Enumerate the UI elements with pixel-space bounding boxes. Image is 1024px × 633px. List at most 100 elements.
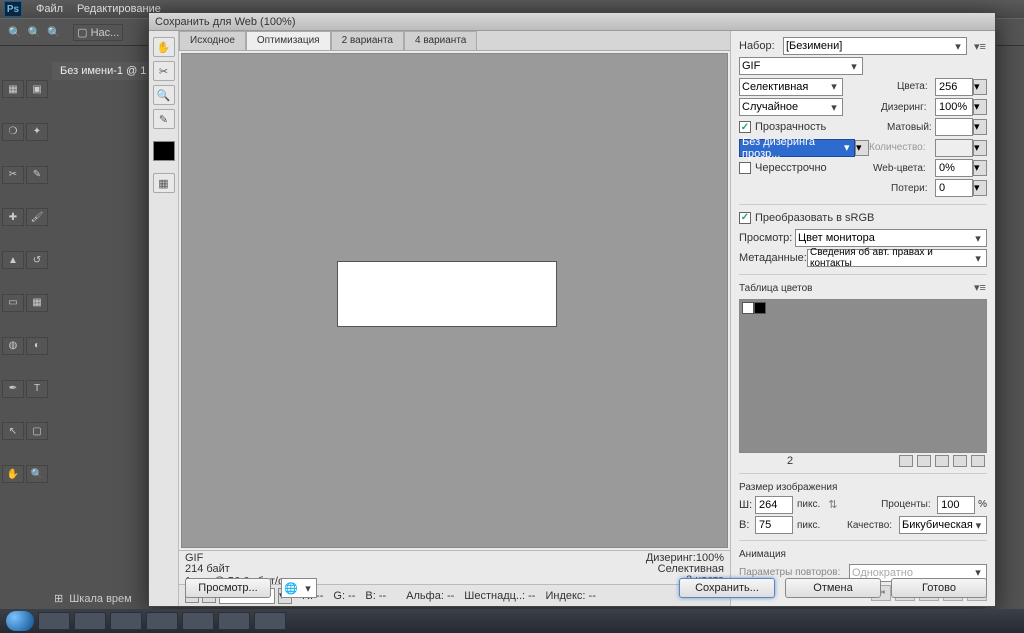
link-wh-icon[interactable]: ⇅ [828,498,837,511]
tool-crop[interactable]: ✂ [2,166,24,184]
preset-label: Набор: [739,40,783,52]
preview-select[interactable]: Цвет монитора▾ [795,229,987,247]
tool-wand[interactable]: ✦ [26,123,48,141]
dither-dropdown-icon[interactable]: ▾ [973,99,987,115]
cancel-button[interactable]: Отмена [785,578,881,598]
zoom-tool-icon[interactable]: 🔍 [153,85,175,105]
dialog-tools: ✋ ✂ 🔍 ✎ ▦ [149,31,179,606]
taskbar-item-5[interactable] [182,612,214,630]
tool-hand[interactable]: ✋ [2,465,24,483]
height-input[interactable]: 75 [755,516,793,534]
tool-brush[interactable]: 🖌 [26,208,48,226]
srgb-checkbox[interactable] [739,212,751,224]
windows-taskbar[interactable] [0,609,1024,633]
tab-2up[interactable]: 2 варианта [331,31,404,50]
eyedropper-color-swatch[interactable] [153,141,175,161]
taskbar-item-7[interactable] [254,612,286,630]
transparency-label: Прозрачность [755,121,826,133]
color-table-menu-icon[interactable]: ▾≡ [973,281,987,295]
ct-btn-3[interactable] [935,455,949,467]
tool-heal[interactable]: ✚ [2,208,24,226]
tool-stamp[interactable]: ▲ [2,251,24,269]
preset-menu-icon[interactable]: ▾≡ [973,39,987,53]
quality-select[interactable]: Бикубическая▾ [899,516,987,534]
tool-marquee[interactable]: ▣ [26,80,48,98]
menu-file[interactable]: Файл [36,3,63,15]
slice-tool-icon[interactable]: ✂ [153,61,175,81]
taskbar-item-1[interactable] [38,612,70,630]
color-table[interactable] [739,299,987,453]
tool-eyedrop[interactable]: ✎ [26,166,48,184]
tab-original[interactable]: Исходное [179,31,246,50]
ct-btn-2[interactable] [917,455,931,467]
tool-eraser[interactable]: ▭ [2,294,24,312]
hand-tool-icon[interactable]: ✋ [153,37,175,57]
quality-value: Бикубическая [902,519,973,531]
ps-logo: Ps [4,1,22,17]
preview-label: Просмотр: [739,232,795,244]
percent-input[interactable]: 100 [937,496,975,514]
eyedropper-tool-icon[interactable]: ✎ [153,109,175,129]
colors-dropdown-icon[interactable]: ▾ [973,79,987,95]
preview-button[interactable]: Просмотр... [185,578,271,598]
tool-type[interactable]: T [26,380,48,398]
tool-zoom[interactable]: 🔍 [26,465,48,483]
metadata-select[interactable]: Сведения об авт. правах и контакты▾ [807,249,987,267]
dialog-titlebar[interactable]: Сохранить для Web (100%) [149,13,995,31]
websnap-input[interactable]: 0% [935,159,973,177]
taskbar-item-6[interactable] [218,612,250,630]
reduction-select[interactable]: Селективная▾ [739,78,843,96]
color-swatch-1[interactable] [755,303,765,313]
colors-input[interactable]: 256 [935,78,973,96]
preview-canvas-area[interactable] [181,53,728,548]
taskbar-item-4[interactable] [146,612,178,630]
ct-btn-trash[interactable] [971,455,985,467]
timeline-panel[interactable]: ⊞ Шкала врем [54,592,132,605]
slice-visibility-icon[interactable]: ▦ [153,173,175,193]
matte-swatch[interactable] [935,118,973,136]
dialog-title: Сохранить для Web (100%) [155,16,296,28]
websnap-dropdown-icon[interactable]: ▾ [973,160,987,176]
color-swatch-0[interactable] [743,303,753,313]
transparency-checkbox[interactable] [739,121,751,133]
preset-value: [Безимени] [786,40,842,52]
anim-label: Анимация [739,549,987,560]
done-button[interactable]: Готово [891,578,987,598]
tool-lasso[interactable]: ❍ [2,123,24,141]
tool-history[interactable]: ↺ [26,251,48,269]
dither-input[interactable]: 100% [935,98,973,116]
matte-dropdown-icon[interactable]: ▾ [973,119,987,135]
tool-pen[interactable]: ✒ [2,380,24,398]
matte-label: Матовый: [887,122,935,133]
tab-optimized[interactable]: Оптимизация [246,31,331,50]
taskbar-item-3[interactable] [110,612,142,630]
tool-shape[interactable]: ▢ [26,422,48,440]
document-tab[interactable]: Без имени-1 @ 1 [52,62,154,80]
save-button[interactable]: Сохранить... [679,578,775,598]
format-select[interactable]: GIF▾ [739,57,863,75]
preset-select[interactable]: [Безимени]▾ [783,37,967,55]
trans-dither-extra-icon[interactable]: ▾ [855,140,869,156]
opt-zoom-plus-icon: 🔍 [47,26,61,39]
amount-label: Количество: [869,142,935,153]
ct-btn-1[interactable] [899,455,913,467]
tool-path[interactable]: ↖ [2,422,24,440]
dither-algo-select[interactable]: Случайное▾ [739,98,843,116]
opt-zoom-icon: 🔍 [8,26,22,39]
tool-move[interactable]: ▦ [2,80,24,98]
tool-dodge[interactable]: ◐ [26,337,48,355]
opt-resize[interactable]: ▢ Нас... [73,24,123,41]
trans-dither-select[interactable]: Без дизеринга прозр...▾ [739,139,855,157]
interlace-checkbox[interactable] [739,162,751,174]
ct-btn-new[interactable] [953,455,967,467]
start-button[interactable] [6,611,34,631]
tab-4up[interactable]: 4 варианта [404,31,477,50]
tool-gradient[interactable]: ▦ [26,294,48,312]
lossy-dropdown-icon[interactable]: ▾ [973,180,987,196]
tool-blur[interactable]: ◍ [2,337,24,355]
opt-hint: Нас... [91,27,120,39]
lossy-input[interactable]: 0 [935,179,973,197]
width-input[interactable]: 264 [755,496,793,514]
taskbar-item-2[interactable] [74,612,106,630]
browser-preview-select[interactable]: 🌐▾ [281,578,317,598]
